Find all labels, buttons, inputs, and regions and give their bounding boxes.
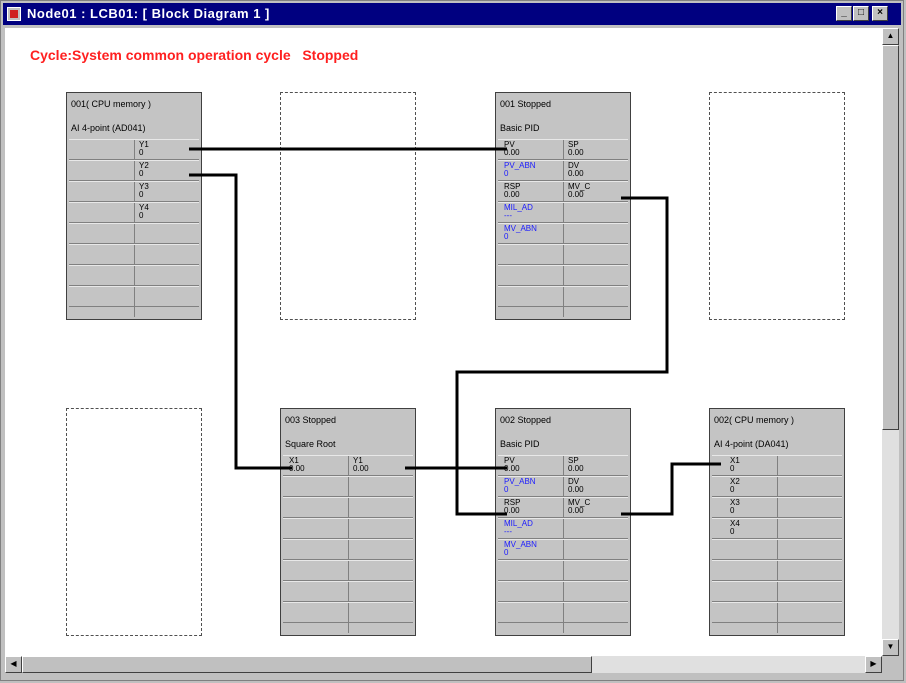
- wire-y2-to-x1: [189, 173, 292, 470]
- vertical-scroll-thumb[interactable]: [882, 45, 899, 430]
- app-icon[interactable]: [7, 7, 21, 21]
- scroll-right-icon[interactable]: ▶: [865, 656, 882, 673]
- scroll-up-icon[interactable]: ▲: [882, 28, 899, 45]
- size-grip[interactable]: [882, 656, 899, 673]
- title-bar[interactable]: Node01 : LCB01: [ Block Diagram 1 ] _ □ …: [3, 3, 901, 25]
- connection-wires: [189, 147, 721, 516]
- close-button[interactable]: ×: [872, 6, 888, 21]
- block-diagram-window: Node01 : LCB01: [ Block Diagram 1 ] _ □ …: [0, 0, 904, 681]
- window-title: Node01 : LCB01: [ Block Diagram 1 ]: [27, 6, 270, 21]
- vertical-scrollbar[interactable]: ▲ ▼: [882, 28, 899, 656]
- maximize-button[interactable]: □: [853, 6, 869, 21]
- scroll-down-icon[interactable]: ▼: [882, 639, 899, 656]
- wire-mvc-to-x1: [621, 462, 721, 516]
- diagram-canvas[interactable]: Cycle:System common operation cycle Stop…: [5, 28, 882, 656]
- horizontal-scrollbar[interactable]: ◀ ▶: [5, 656, 882, 673]
- scroll-left-icon[interactable]: ◀: [5, 656, 22, 673]
- minimize-button[interactable]: _: [836, 6, 852, 21]
- horizontal-scroll-thumb[interactable]: [22, 656, 592, 673]
